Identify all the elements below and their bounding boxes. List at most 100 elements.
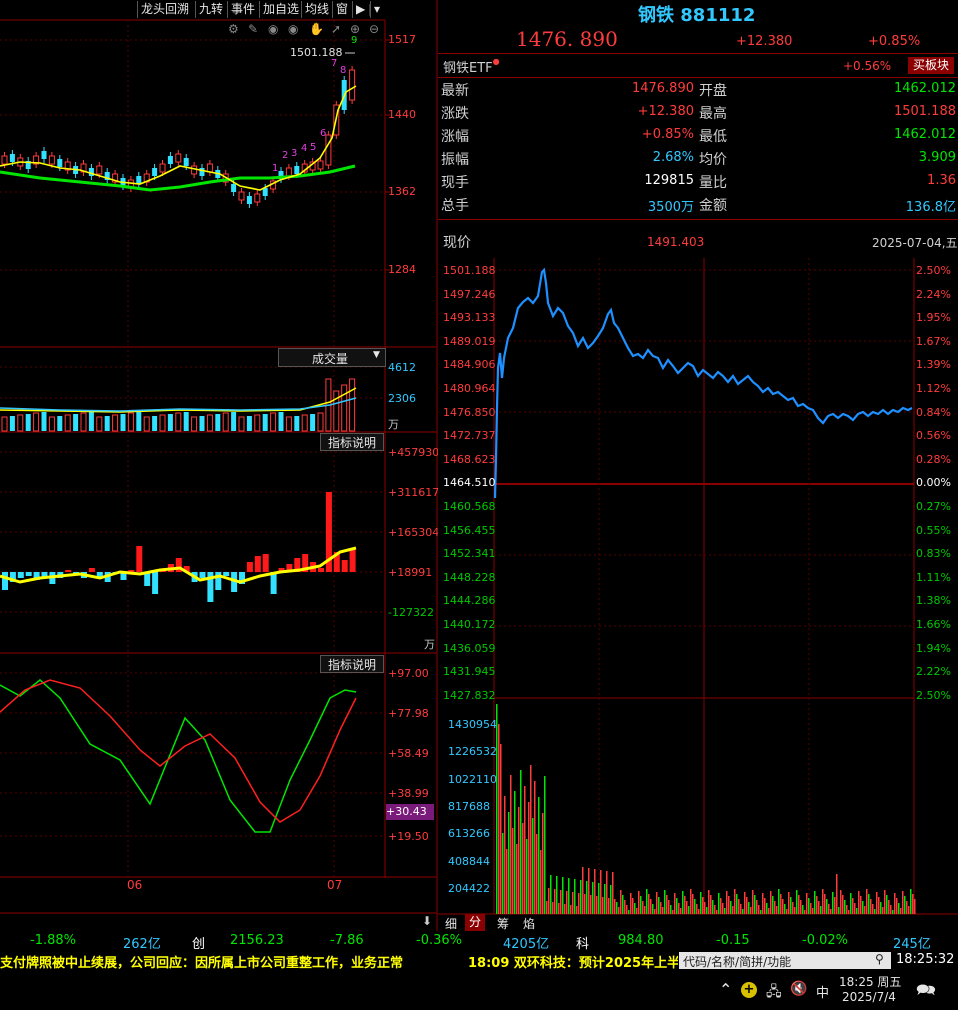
volume-bar <box>191 416 198 432</box>
volume-bar <box>294 416 300 431</box>
news-item[interactable]: 18:09 双环科技：预计2025年上半年 <box>468 952 678 971</box>
network-icon[interactable]: 🖧 <box>766 981 782 1005</box>
intraday-volume-bar <box>704 902 706 914</box>
current-label: 现价 <box>443 235 471 251</box>
intraday-volume-bar <box>754 895 756 914</box>
eye-icon[interactable]: ◉ <box>268 22 278 36</box>
intraday-volume-bar <box>660 902 662 914</box>
volume-bar <box>57 416 63 431</box>
index-name-star[interactable]: 科 <box>576 933 589 952</box>
zoom-out-icon[interactable]: ⊖ <box>369 22 379 36</box>
candlestick <box>349 69 356 101</box>
intraday-volume-bar <box>874 909 876 914</box>
indicator1-help-button[interactable]: 指标说明 <box>320 433 384 451</box>
intraday-volume-bar <box>638 891 640 914</box>
price-change: +12.380 <box>736 34 793 49</box>
intraday-price-tick: 1497.246 <box>443 287 496 301</box>
intraday-volume-bar <box>764 898 766 914</box>
volume-axis-label: 2306 <box>388 392 416 405</box>
stat-label: 涨跌 <box>441 106 469 122</box>
intraday-volume-bar <box>812 908 814 914</box>
intraday-volume-bar <box>524 786 526 914</box>
intraday-volume-bar <box>718 893 720 914</box>
index-name-chinext[interactable]: 创 <box>192 933 205 952</box>
intraday-volume-bar <box>662 907 664 914</box>
intraday-volume-bar <box>708 890 710 914</box>
notification-icon[interactable]: 🗪 <box>916 979 936 1006</box>
volume-bar <box>152 416 158 431</box>
taskbar-time[interactable]: 18:25 周五 <box>839 973 901 990</box>
tab-detail[interactable]: 细 <box>445 915 457 932</box>
volume-bar <box>25 414 31 431</box>
stat-label: 最高 <box>699 106 727 122</box>
buy-block-button[interactable]: 买板块 <box>908 57 954 74</box>
intraday-volume-bar <box>698 909 700 914</box>
volume-indicator-selector[interactable]: 成交量 ▼ <box>278 348 386 367</box>
chart-icon-row: ⚙ ✎ ◉ ◉ ✋ ➚ ⊕ ⊖ <box>228 22 384 38</box>
intraday-volume-bar <box>592 882 594 914</box>
candlestick <box>199 168 205 176</box>
candlestick <box>175 153 182 163</box>
stat-label: 最低 <box>699 129 727 145</box>
intraday-volume-bar <box>502 833 504 914</box>
stat-label: 涨幅 <box>441 129 469 145</box>
intraday-volume-bar <box>762 893 764 914</box>
intraday-volume-bar <box>624 900 626 914</box>
intraday-volume-bar <box>852 898 854 914</box>
stat-label: 现手 <box>441 175 469 191</box>
settings-icon[interactable]: ⚙ <box>228 22 239 36</box>
index-change-pct: -0.36% <box>416 933 462 948</box>
intraday-price-tick: 1460.568 <box>443 500 496 513</box>
cursor-icon[interactable]: ➚ <box>331 22 341 36</box>
intraday-volume-bar <box>532 818 534 914</box>
news-item[interactable]: 支付牌照被中止续展，公司回应：因所属上市公司重整工作，业务正常 <box>0 952 403 971</box>
taskbar-date[interactable]: 2025/7/4 <box>842 990 896 1004</box>
intraday-volume-bar <box>716 910 718 914</box>
intraday-tabs: 细 分 筹 焰 <box>440 914 540 931</box>
download-icon[interactable]: ⬇ <box>422 914 432 928</box>
search-input[interactable]: 代码/名称/简拼/功能 ⚲ <box>679 952 891 969</box>
ime-indicator[interactable]: 中 <box>816 982 829 1001</box>
indicator1-bar <box>318 568 324 572</box>
app-tray-icon[interactable]: + <box>741 982 757 998</box>
intraday-volume-bar <box>596 896 598 914</box>
intraday-volume-bar <box>522 823 524 914</box>
tab-chips[interactable]: 筹 <box>497 915 509 932</box>
volume-bar <box>88 412 94 431</box>
intraday-price-tick: 1440.172 <box>443 618 496 631</box>
volume-bar <box>33 412 40 432</box>
indicator1-bar <box>246 562 253 572</box>
intraday-volume-bar <box>774 901 776 914</box>
zoom-in-icon[interactable]: ⊕ <box>350 22 360 36</box>
tab-timeshare[interactable]: 分 <box>465 914 485 931</box>
volume-bar <box>96 416 103 432</box>
intraday-volume-bar <box>888 900 890 914</box>
intraday-volume-bar <box>794 907 796 914</box>
etf-label[interactable]: 钢铁ETF● <box>443 57 500 76</box>
intraday-volume-bar <box>878 897 880 914</box>
intraday-volume-bar <box>654 909 656 914</box>
volume-mute-icon[interactable]: 🔇 <box>790 981 807 997</box>
indicator1-bar <box>223 572 230 576</box>
intraday-volume-tick: 613266 <box>448 827 490 841</box>
intraday-volume-bar <box>860 896 862 914</box>
intraday-volume-bar <box>724 908 726 914</box>
volume-ma-line-2 <box>0 397 357 412</box>
intraday-volume-bar <box>500 744 502 914</box>
hand-icon[interactable]: ✋ <box>309 22 324 36</box>
intraday-volume-bar <box>694 899 696 914</box>
tab-flame[interactable]: 焰 <box>523 915 535 932</box>
chevron-up-icon[interactable]: ⌃ <box>719 980 732 999</box>
intraday-volume-bar <box>498 724 500 914</box>
intraday-volume-bar <box>822 889 824 914</box>
stat-value: 3.909 <box>918 150 956 165</box>
search-icon: ⚲ <box>875 952 884 966</box>
brush-icon[interactable]: ✎ <box>248 22 258 36</box>
intraday-volume-bar <box>628 910 630 914</box>
intraday-volume-bar <box>792 902 794 914</box>
indicator2-help-button[interactable]: 指标说明 <box>320 655 384 673</box>
intraday-volume-bar <box>578 893 580 914</box>
volume-bar <box>317 412 324 432</box>
eye-icon-2[interactable]: ◉ <box>288 22 298 36</box>
intraday-volume-bar <box>884 890 886 914</box>
